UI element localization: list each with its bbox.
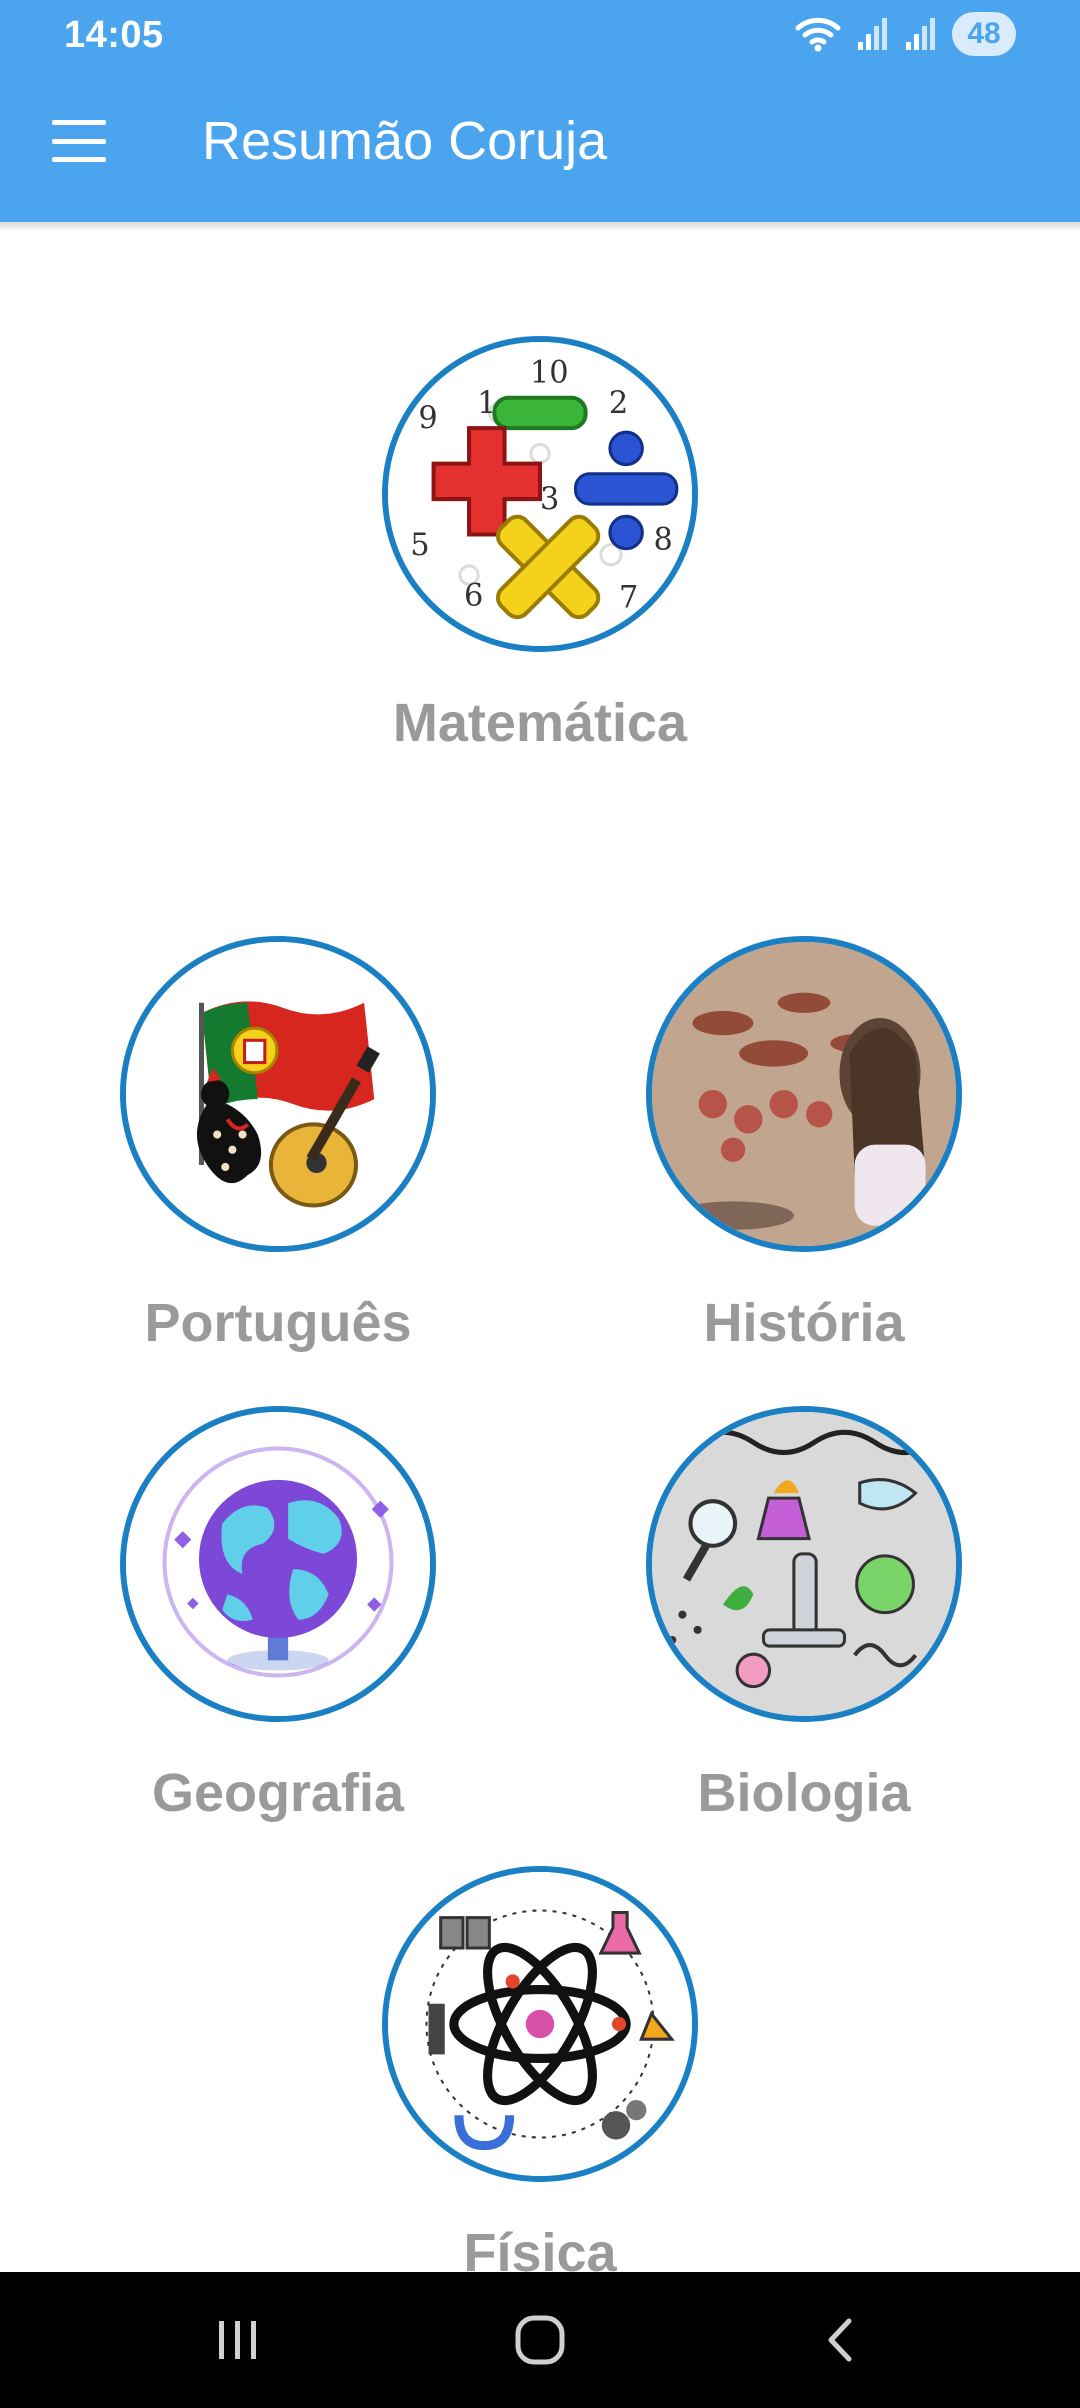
page-title: Resumão Coruja — [202, 111, 608, 171]
svg-text:3: 3 — [540, 482, 559, 517]
subject-label-biologia: Biologia — [697, 1763, 911, 1823]
signal-icon-2 — [906, 18, 935, 50]
subject-label-portugues: Português — [144, 1293, 412, 1353]
status-icons: 48 — [794, 12, 1016, 56]
subject-label-geografia: Geografia — [151, 1763, 405, 1823]
status-time: 14:05 — [64, 14, 164, 56]
svg-text:2: 2 — [609, 386, 628, 421]
subject-geografia[interactable]: Geografia — [48, 1406, 508, 1824]
app-bar-shadow — [0, 222, 1080, 232]
navigation-bar — [0, 2272, 1080, 2408]
subject-fisica[interactable]: Física — [310, 1866, 770, 2284]
cave-painting-image — [646, 936, 962, 1252]
subject-biologia[interactable]: Biologia — [574, 1406, 1034, 1824]
svg-text:9: 9 — [418, 401, 437, 436]
svg-text:6: 6 — [464, 578, 483, 613]
recent-apps-icon — [219, 2321, 256, 2359]
svg-text:10: 10 — [530, 356, 569, 391]
portugal-flag-image — [120, 936, 436, 1252]
subject-historia[interactable]: História — [574, 936, 1034, 1354]
app-bar: 14:05 48 Resumão Coruja — [0, 0, 1080, 222]
math-image: 10 2 9 3 56 78 1 — [382, 336, 698, 652]
battery-indicator: 48 — [952, 12, 1016, 56]
back-icon — [828, 2318, 852, 2362]
wifi-icon — [795, 17, 841, 52]
subject-label-historia: História — [703, 1293, 905, 1353]
subject-matematica[interactable]: 10 2 9 3 56 78 1 Matemática — [310, 336, 770, 754]
recent-apps-button[interactable] — [178, 2302, 298, 2378]
svg-text:5: 5 — [410, 528, 429, 563]
back-button[interactable] — [782, 2302, 902, 2378]
signal-icon — [858, 18, 887, 50]
svg-text:8: 8 — [653, 523, 672, 558]
globe-image — [120, 1406, 436, 1722]
subject-portugues[interactable]: Português — [48, 936, 508, 1354]
home-button[interactable] — [480, 2302, 600, 2378]
subject-label-matematica: Matemática — [392, 693, 688, 753]
menu-icon[interactable] — [52, 120, 106, 162]
svg-text:7: 7 — [619, 580, 638, 615]
home-icon — [515, 2315, 565, 2365]
svg-text:1: 1 — [477, 386, 496, 421]
physics-atom-image — [382, 1866, 698, 2182]
biology-image — [646, 1406, 962, 1722]
